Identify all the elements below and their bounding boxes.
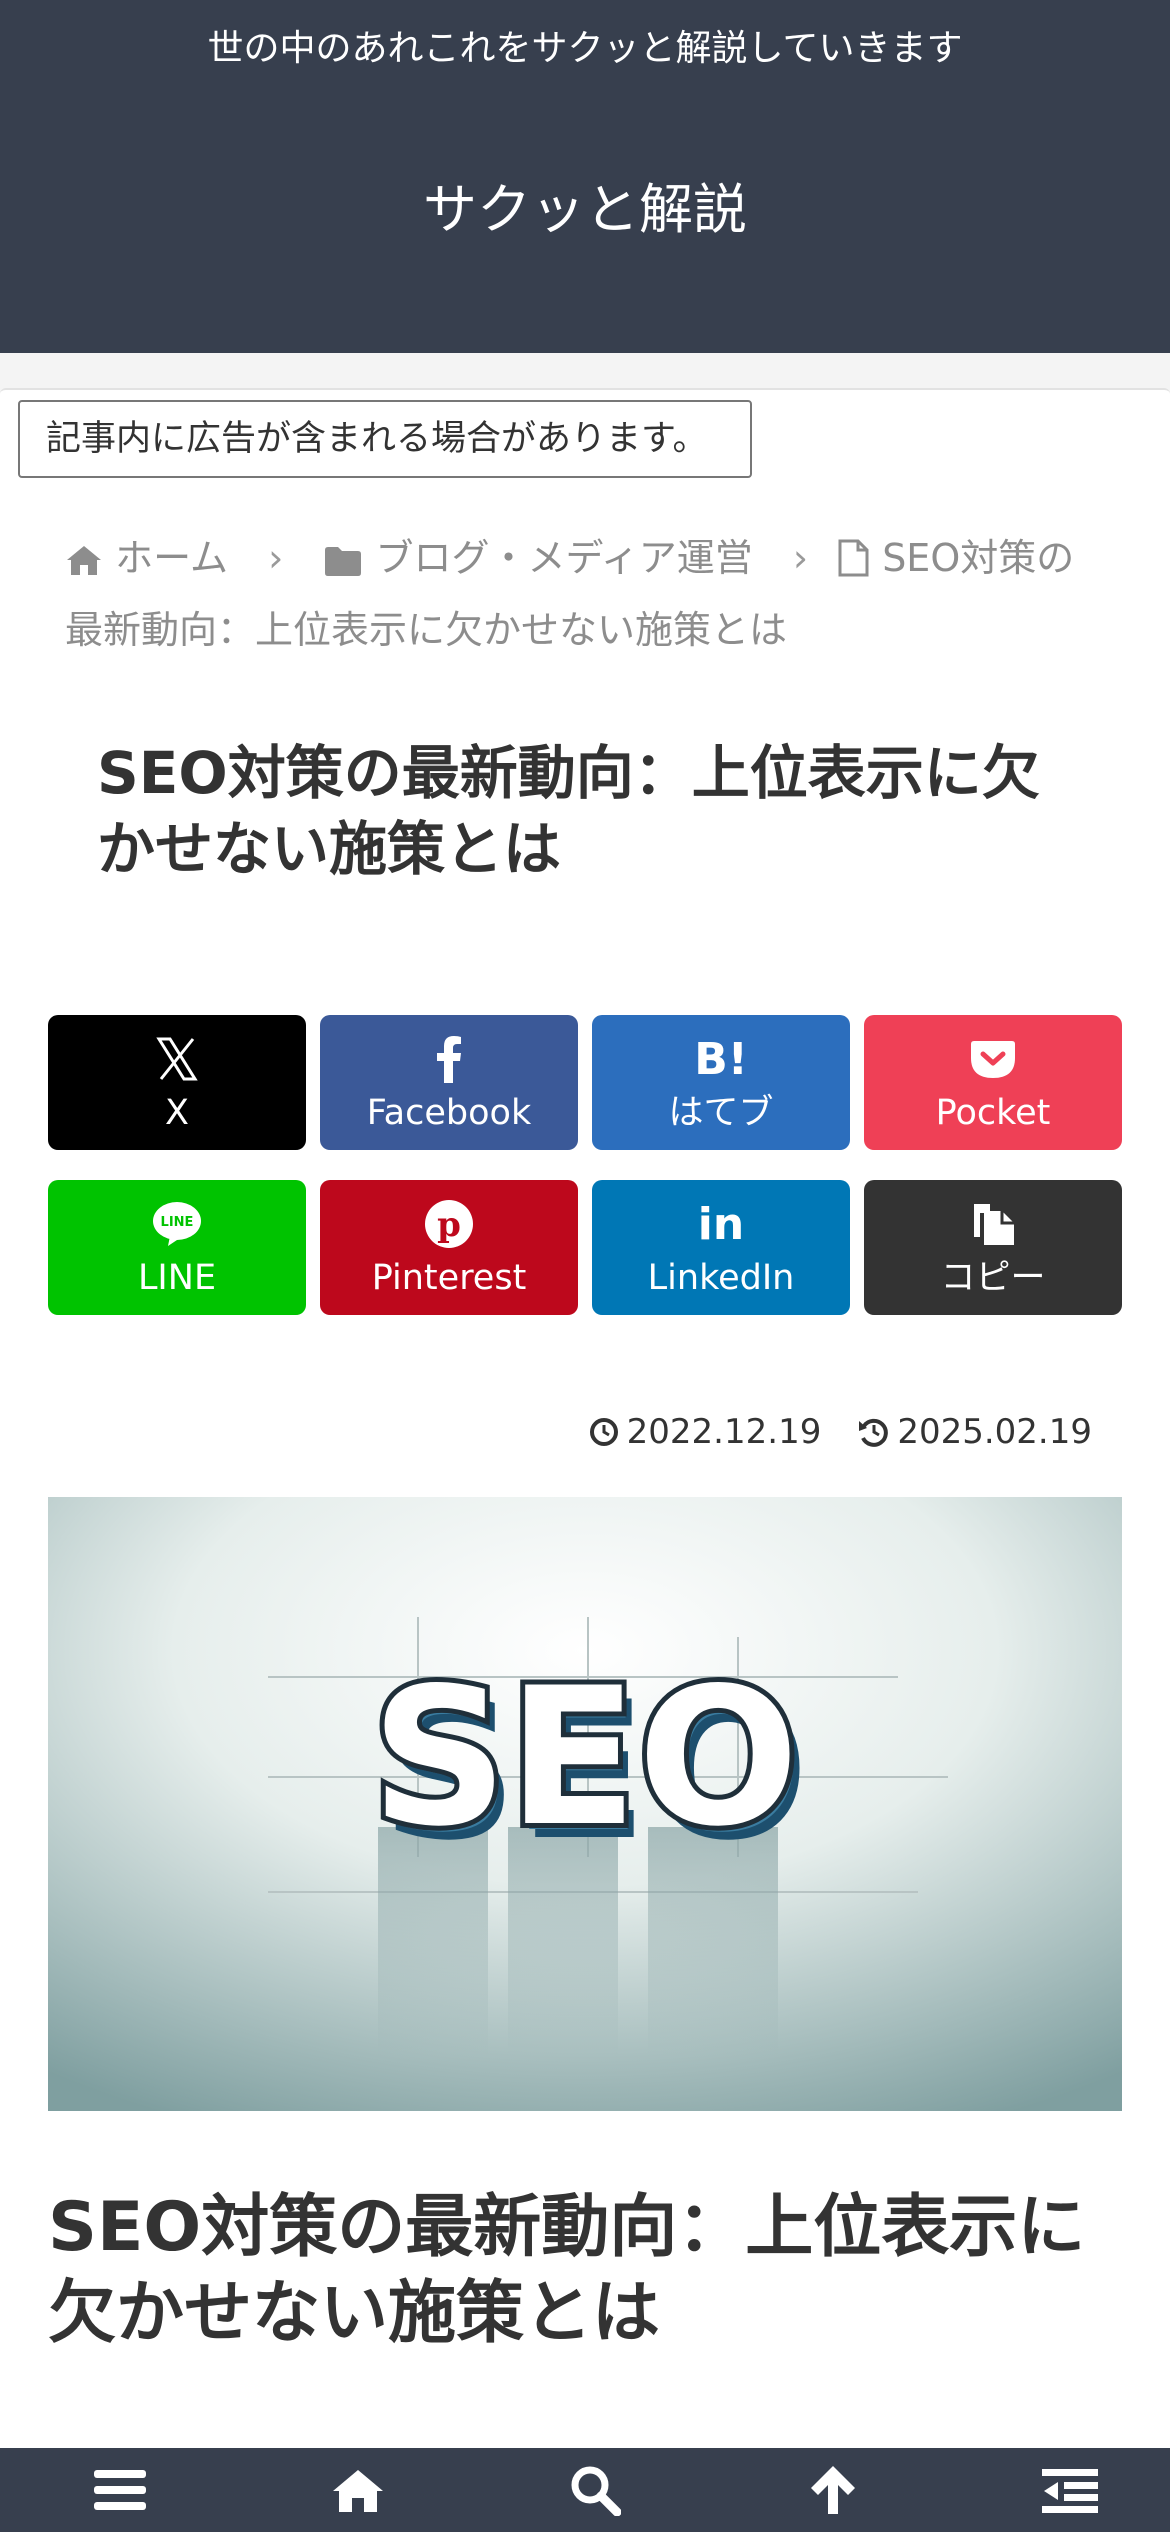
post-dates: 2022.12.19 2025.02.19: [589, 1412, 1092, 1452]
home-icon: [67, 546, 101, 575]
share-pocket-button[interactable]: Pocket: [864, 1015, 1122, 1150]
eyecatch-text: SEO: [371, 1647, 799, 1868]
breadcrumb-home-label: ホーム: [115, 536, 228, 580]
updated-date: 2025.02.19: [897, 1412, 1092, 1452]
footer-home-button[interactable]: [328, 2460, 388, 2520]
search-icon: [571, 2466, 621, 2516]
share-facebook-label: Facebook: [366, 1093, 532, 1133]
footer-search-button[interactable]: [565, 2460, 625, 2520]
footer-sidebar-button[interactable]: [1040, 2460, 1100, 2520]
published-date: 2022.12.19: [626, 1412, 822, 1452]
home-icon: [332, 2470, 383, 2512]
sidebar-icon: [1042, 2469, 1098, 2513]
ad-notice: 記事内に広告が含まれる場合があります。: [18, 400, 752, 478]
share-copy-button[interactable]: コピー: [864, 1180, 1122, 1315]
eyecatch-image: SEO SEO SEO: [48, 1497, 1122, 2111]
linkedin-icon: in: [697, 1198, 745, 1250]
file-icon: [838, 539, 869, 577]
pinterest-icon: p: [425, 1200, 473, 1248]
share-linkedin-button[interactable]: in LinkedIn: [592, 1180, 850, 1315]
site-title-link[interactable]: サクッと解説: [0, 175, 1170, 245]
share-x-label: X: [165, 1093, 189, 1133]
facebook-icon: [437, 1036, 461, 1083]
line-icon: LINE: [153, 1202, 201, 1246]
site-tagline: 世の中のあれこれをサクッと解説していきます: [207, 28, 963, 69]
share-pinterest-button[interactable]: p Pinterest: [320, 1180, 578, 1315]
x-icon: [156, 1037, 198, 1081]
arrow-up-icon: [810, 2466, 855, 2514]
article-heading: SEO対策の最新動向：上位表示に欠かせない施策とは: [48, 2188, 1086, 2353]
share-facebook-button[interactable]: Facebook: [320, 1015, 578, 1150]
breadcrumb-home[interactable]: ホーム: [65, 536, 240, 580]
share-pinterest-label: Pinterest: [371, 1258, 527, 1298]
page-title: SEO対策の最新動向：上位表示に欠かせない施策とは: [97, 739, 1040, 883]
site-header: 世の中のあれこれをサクッと解説していきます サクッと解説: [0, 0, 1170, 353]
share-copy-label: コピー: [940, 1258, 1046, 1298]
share-hatena-label: はてブ: [668, 1093, 774, 1133]
footer-menu-button[interactable]: [90, 2460, 150, 2520]
share-buttons: X Facebook B! はてブ Pocket LINE LINE p Pin…: [48, 1015, 1122, 1315]
breadcrumb-category[interactable]: ブログ・メディア運営: [311, 536, 765, 580]
breadcrumb-category-label: ブログ・メディア運営: [375, 536, 753, 580]
svg-text:LINE: LINE: [161, 1215, 194, 1230]
breadcrumb: ホーム › ブログ・メディア運営 › SEO対策の最新動向：上位表示に欠かせない…: [65, 522, 1105, 666]
share-line-button[interactable]: LINE LINE: [48, 1180, 306, 1315]
hatena-bookmark-icon: B!: [694, 1033, 748, 1085]
share-x-button[interactable]: X: [48, 1015, 306, 1150]
copy-icon: [974, 1204, 1014, 1245]
menu-icon: [94, 2470, 146, 2510]
folder-icon: [325, 547, 362, 576]
article-content: 記事内に広告が含まれる場合があります。 ホーム › ブログ・メディア運営 › S…: [0, 388, 1170, 2448]
share-linkedin-label: LinkedIn: [647, 1258, 795, 1298]
clock-icon: [589, 1418, 618, 1446]
chevron-right-icon: ›: [792, 536, 809, 580]
share-line-label: LINE: [137, 1258, 217, 1298]
footer-nav: [0, 2448, 1170, 2532]
pocket-icon: [971, 1041, 1015, 1078]
share-hatena-button[interactable]: B! はてブ: [592, 1015, 850, 1150]
share-pocket-label: Pocket: [935, 1093, 1051, 1133]
svg-text:p: p: [437, 1205, 461, 1245]
history-icon: [859, 1418, 889, 1447]
chevron-right-icon: ›: [268, 536, 284, 580]
footer-go-top-button[interactable]: [803, 2460, 863, 2520]
